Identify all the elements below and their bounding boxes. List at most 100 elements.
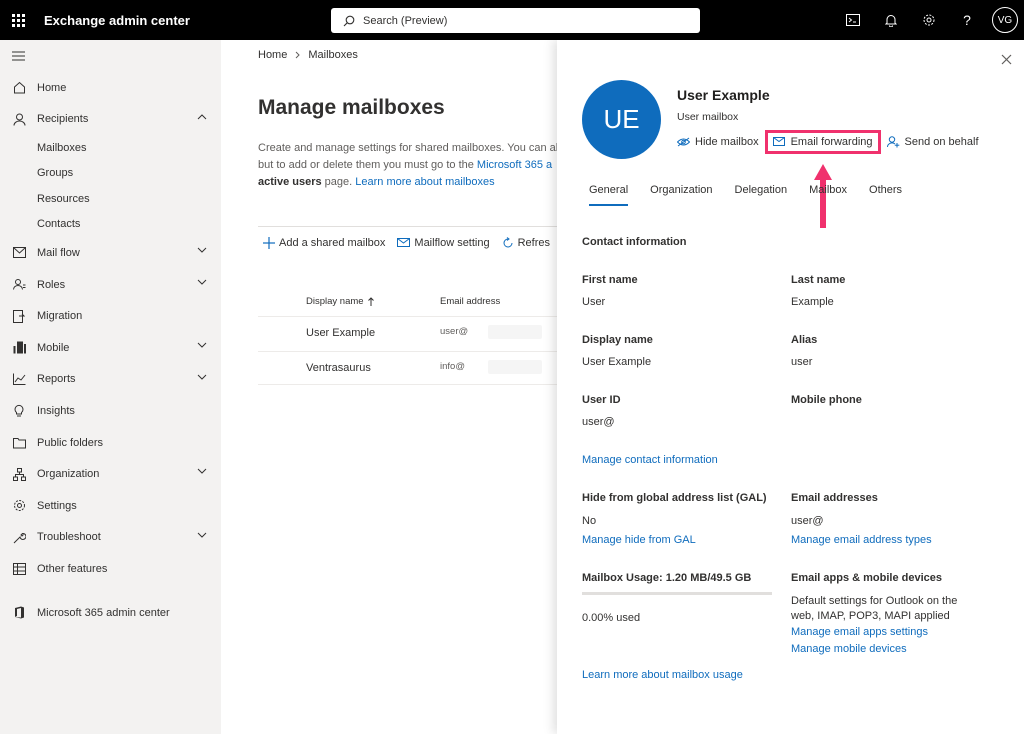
office-icon	[12, 606, 26, 620]
hide-mailbox-button[interactable]: Hide mailbox	[677, 136, 759, 148]
reports-icon	[12, 372, 26, 386]
chevron-up-icon	[197, 113, 207, 119]
gear-icon	[923, 14, 935, 26]
hide-mailbox-label: Hide mailbox	[695, 136, 759, 148]
sidebar-item-resources[interactable]: Resources	[0, 186, 221, 212]
breadcrumb-home[interactable]: Home	[258, 49, 287, 61]
mailflow-settings-button[interactable]: Mailflow setting	[397, 237, 490, 249]
sidebar-item-label: Mail flow	[37, 246, 80, 259]
column-header-display-name[interactable]: Display name	[306, 296, 374, 307]
display-name-value: User Example	[582, 356, 652, 368]
email-forwarding-button[interactable]: Email forwarding	[764, 130, 881, 154]
refresh-button[interactable]: Refres	[502, 237, 550, 249]
roles-icon	[12, 278, 26, 292]
add-shared-mailbox-button[interactable]: Add a shared mailbox	[263, 237, 385, 249]
app-title[interactable]: Exchange admin center	[44, 13, 190, 28]
chevron-down-icon	[197, 247, 207, 253]
table-row[interactable]: Ventrasaurus info@	[258, 351, 558, 385]
manage-hide-from-gal-link[interactable]: Manage hide from GAL	[582, 534, 696, 546]
migration-icon	[12, 309, 26, 323]
send-on-behalf-button[interactable]: Send on behalf	[886, 136, 979, 148]
help-icon: ?	[963, 12, 971, 28]
tab-mailbox[interactable]: Mailbox	[809, 184, 847, 206]
sidebar-item-label: Public folders	[37, 436, 104, 449]
chevron-down-icon	[197, 532, 207, 538]
search-placeholder: Search (Preview)	[363, 14, 448, 27]
mail-icon	[12, 246, 26, 260]
person-add-icon	[886, 136, 899, 148]
divider	[258, 226, 558, 227]
breadcrumb-mailboxes[interactable]: Mailboxes	[308, 49, 358, 61]
manage-contact-information-link[interactable]: Manage contact information	[582, 454, 718, 466]
sidebar-item-public-folders[interactable]: Public folders	[0, 427, 221, 459]
description-text: page.	[321, 176, 356, 188]
sidebar-item-label: Microsoft 365 admin center	[37, 606, 170, 619]
hide-from-gal-value: No	[582, 515, 597, 527]
sidebar-item-mobile[interactable]: Mobile	[0, 332, 221, 364]
manage-mobile-devices-link[interactable]: Manage mobile devices	[791, 643, 907, 655]
mailbox-type: User mailbox	[677, 111, 739, 123]
manage-email-address-types-link[interactable]: Manage email address types	[791, 534, 932, 546]
email-addresses-value: user@	[791, 515, 824, 527]
notifications-button[interactable]	[872, 0, 910, 40]
mail-forward-icon	[772, 137, 785, 146]
sidebar-item-groups[interactable]: Groups	[0, 161, 221, 187]
close-panel-button[interactable]	[1001, 52, 1012, 68]
add-shared-mailbox-label: Add a shared mailbox	[279, 237, 386, 249]
terminal-button[interactable]	[834, 0, 872, 40]
sidebar-item-mailboxes[interactable]: Mailboxes	[0, 135, 221, 161]
sidebar-item-contacts[interactable]: Contacts	[0, 212, 221, 238]
app-launcher-button[interactable]	[0, 0, 36, 40]
settings-button[interactable]	[910, 0, 948, 40]
email-addresses-label: Email addresses	[791, 492, 878, 504]
manage-email-apps-link[interactable]: Manage email apps settings	[791, 626, 928, 638]
user-id-value: user@	[582, 416, 615, 428]
user-avatar[interactable]: VG	[992, 7, 1018, 33]
table-row[interactable]: User Example user@	[258, 316, 558, 350]
chevron-down-icon	[197, 279, 207, 285]
m365-admin-link[interactable]: Microsoft 365 a	[477, 159, 552, 171]
sidebar-item-organization[interactable]: Organization	[0, 458, 221, 490]
breadcrumb: Home Mailboxes	[258, 49, 358, 61]
chevron-right-icon	[295, 51, 301, 59]
search-box[interactable]: Search (Preview)	[331, 8, 700, 33]
sidebar-item-home[interactable]: Home	[0, 72, 221, 104]
sidebar-divider	[0, 585, 221, 597]
collapse-nav-button[interactable]	[0, 40, 221, 72]
wrench-icon	[12, 530, 26, 544]
sort-ascending-icon	[367, 296, 374, 306]
tab-organization[interactable]: Organization	[650, 184, 712, 206]
chevron-down-icon	[197, 374, 207, 380]
sidebar-item-roles[interactable]: Roles	[0, 269, 221, 301]
help-button[interactable]: ?	[948, 0, 986, 40]
column-header-email-address[interactable]: Email address	[440, 296, 500, 307]
row-display-name[interactable]: Ventrasaurus	[306, 362, 371, 374]
terminal-icon	[846, 14, 860, 26]
learn-more-mailbox-usage-link[interactable]: Learn more about mailbox usage	[582, 669, 743, 681]
sidebar-item-label: Home	[37, 81, 67, 94]
learn-more-mailboxes-link[interactable]: Learn more about mailboxes	[355, 176, 494, 188]
mailbox-usage-percent: 0.00% used	[582, 612, 641, 624]
sidebar-item-troubleshoot[interactable]: Troubleshoot	[0, 522, 221, 554]
sidebar-item-settings[interactable]: Settings	[0, 490, 221, 522]
redacted-text	[488, 360, 542, 374]
waffle-icon	[11, 13, 25, 27]
contact-information-heading: Contact information	[582, 236, 687, 248]
sidebar-item-other-features[interactable]: Other features	[0, 553, 221, 585]
sidebar-item-label: Reports	[37, 373, 76, 386]
tab-others[interactable]: Others	[869, 184, 902, 206]
sidebar-item-migration[interactable]: Migration	[0, 300, 221, 332]
row-display-name[interactable]: User Example	[306, 327, 375, 339]
panel-tabs: General Organization Delegation Mailbox …	[589, 184, 924, 206]
row-email: user@	[440, 326, 469, 337]
sidebar-item-recipients[interactable]: Recipients	[0, 104, 221, 136]
email-apps-description: web, IMAP, POP3, MAPI applied	[791, 610, 950, 622]
sidebar-item-reports[interactable]: Reports	[0, 364, 221, 396]
hide-from-gal-label: Hide from global address list (GAL)	[582, 492, 767, 504]
sidebar-item-m365-admin-center[interactable]: Microsoft 365 admin center	[0, 597, 221, 629]
panel-actions: Hide mailbox Email forwarding Send on be…	[677, 130, 993, 154]
sidebar-item-insights[interactable]: Insights	[0, 395, 221, 427]
tab-delegation[interactable]: Delegation	[735, 184, 788, 206]
sidebar-item-mail-flow[interactable]: Mail flow	[0, 237, 221, 269]
tab-general[interactable]: General	[589, 184, 629, 206]
